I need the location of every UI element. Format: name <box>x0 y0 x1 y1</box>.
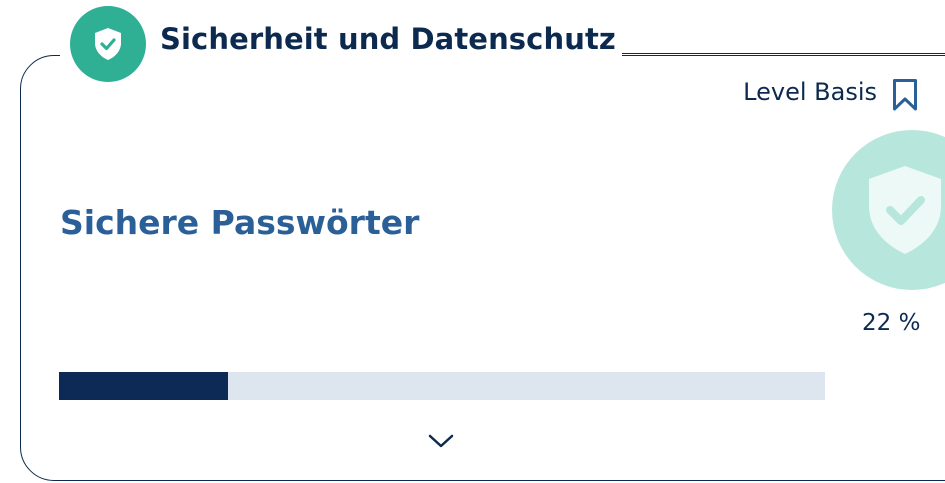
level-label: Level Basis <box>743 78 877 106</box>
header-divider <box>622 53 945 54</box>
shield-check-icon <box>869 166 941 254</box>
section-title: Sicherheit und Datenschutz <box>160 22 616 56</box>
progress-bar-fill <box>59 372 228 400</box>
bookmark-icon[interactable] <box>892 78 918 112</box>
chevron-down-icon <box>428 434 454 448</box>
shield-check-icon <box>95 28 121 60</box>
progress-percent: 22 % <box>862 310 921 336</box>
course-card-stage: Sicherheit und Datenschutz Level Basis S… <box>0 0 945 483</box>
topic-title[interactable]: Sichere Passwörter <box>60 203 419 242</box>
progress-bar <box>59 372 825 400</box>
course-card <box>20 55 945 481</box>
expand-button[interactable] <box>426 428 456 454</box>
section-badge <box>70 6 146 82</box>
